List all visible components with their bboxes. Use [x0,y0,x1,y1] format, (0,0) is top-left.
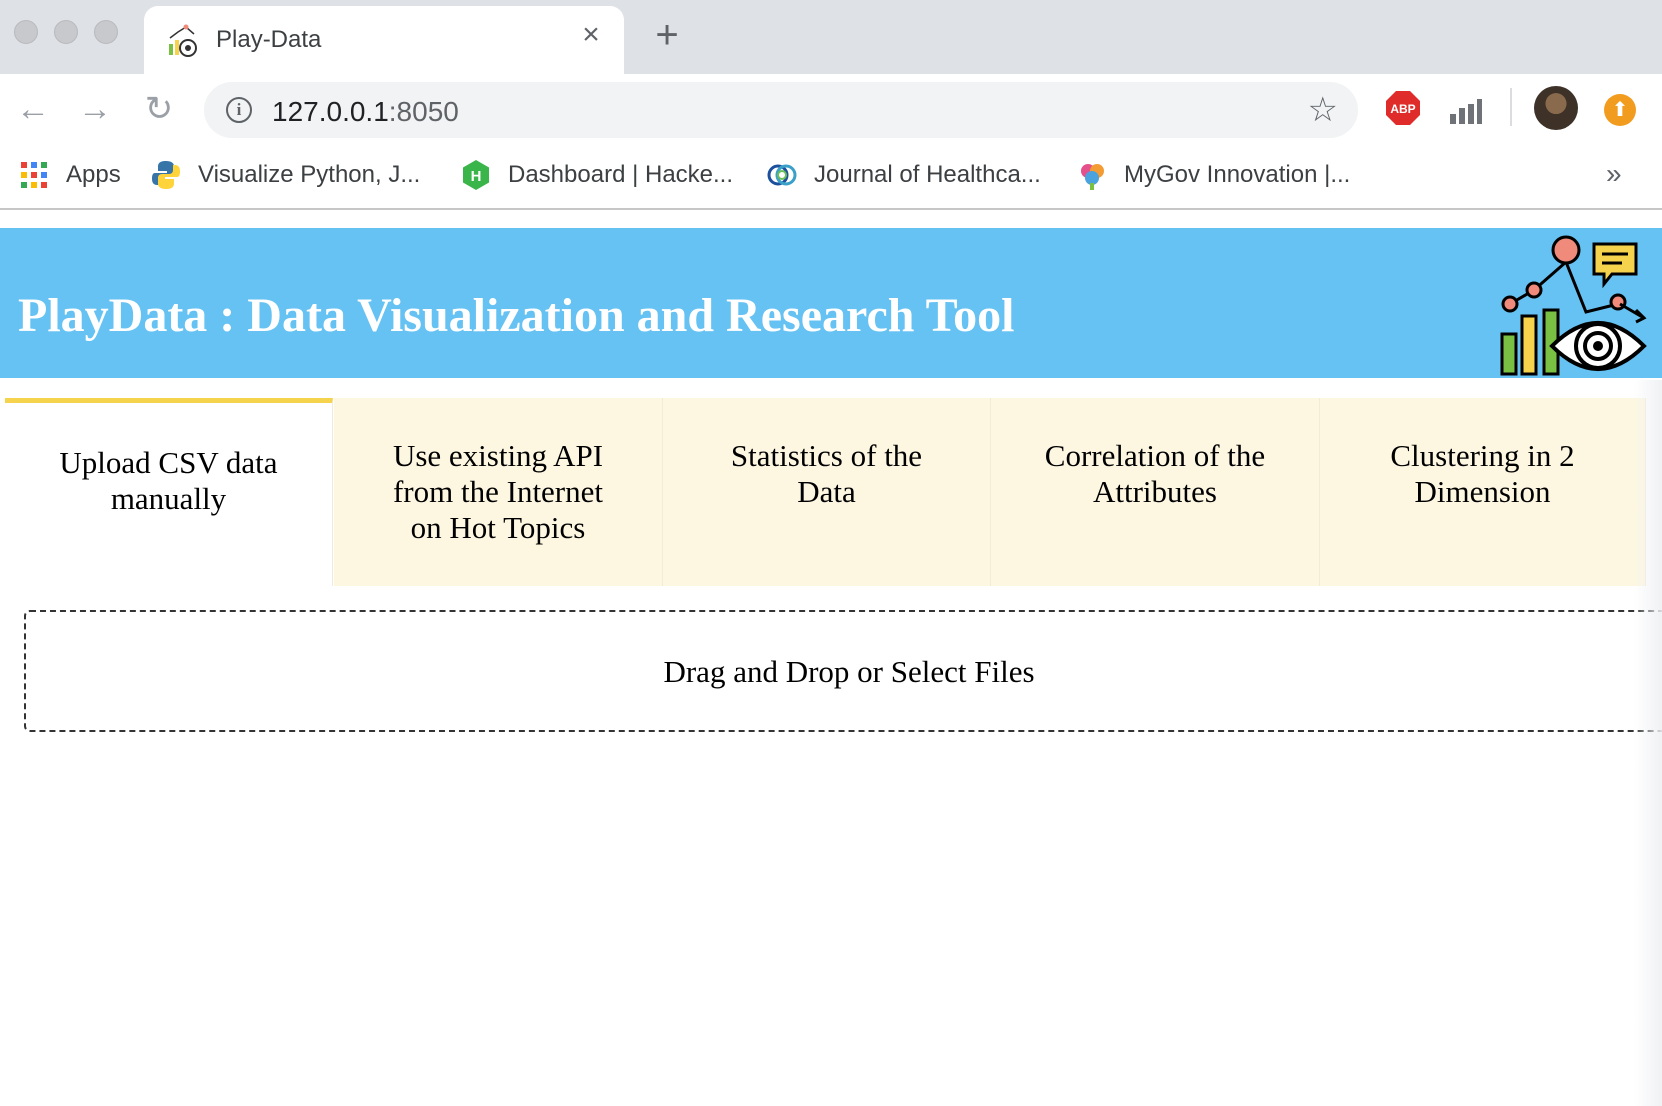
back-arrow-icon[interactable]: ← [14,90,52,128]
file-upload-dropzone[interactable]: Drag and Drop or Select Files [24,610,1662,732]
tab-title: Play-Data [216,26,322,53]
app-header-banner: PlayData : Data Visualization and Resear… [0,228,1662,378]
tab-label: Statistics of the Data [730,438,923,509]
upload-prompt: Drag and Drop or Select Files [663,654,1035,689]
journal-rings-icon [767,164,797,186]
url-host: 127.0.0.1 [272,96,389,127]
bookmark-apps[interactable]: Apps [18,158,121,192]
bookmark-label: Journal of Healthca... [814,161,1041,188]
svg-text:H: H [471,168,482,185]
bookmark-mygov-innovation[interactable]: MyGov Innovation |... [1076,158,1350,192]
tab-upload-csv[interactable]: Upload CSV data manually [5,398,333,586]
apps-grid-icon [21,162,47,188]
url-port: :8050 [388,96,459,127]
tab-correlation[interactable]: Correlation of the Attributes [991,398,1320,586]
profile-avatar[interactable] [1534,86,1578,130]
tab-existing-api[interactable]: Use existing API from the Internet on Ho… [334,398,663,586]
new-tab-icon[interactable]: + [650,15,684,55]
tab-statistics[interactable]: Statistics of the Data [663,398,991,586]
browser-tab-strip: Play-Data × + [0,0,1662,74]
page-title: PlayData : Data Visualization and Resear… [18,289,1015,342]
bookmark-journal-healthcare[interactable]: Journal of Healthca... [766,158,1041,192]
bookmark-label: Visualize Python, J... [198,161,421,188]
url-text[interactable]: 127.0.0.1:8050 [272,96,459,128]
toolbar-separator [1510,88,1512,126]
browser-tab-active[interactable]: Play-Data × [144,6,624,74]
hackerrank-icon: H [463,160,489,190]
mygov-icon [1081,164,1104,190]
bookmark-star-icon[interactable]: ☆ [1308,92,1338,128]
playdata-favicon-icon [169,24,197,57]
bookmark-label: Dashboard | Hacke... [508,161,734,188]
address-bar[interactable]: i 127.0.0.1:8050 ☆ [204,82,1358,138]
tab-label: Correlation of the Attributes [1044,438,1266,509]
python-icon [152,161,180,189]
bookmarks-overflow-icon[interactable]: » [1606,158,1622,190]
window-minimize-dot[interactable] [54,20,78,44]
update-available-icon[interactable]: ⬆ [1604,94,1636,126]
window-close-dot[interactable] [14,20,38,44]
scroll-edge-shadow [1634,380,1662,1106]
tab-label: Clustering in 2 Dimension [1390,438,1575,509]
tab-label: Upload CSV data manually [59,445,278,516]
stats-extension-icon[interactable] [1448,96,1484,126]
tab-label: Use existing API from the Internet on Ho… [392,438,604,545]
abp-label: ABP [1390,102,1415,116]
bookmark-visualize-python[interactable]: Visualize Python, J... [150,158,420,192]
site-info-icon[interactable]: i [226,97,252,123]
main-tabs: Upload CSV data manually Use existing AP… [0,398,1662,588]
tab-clustering[interactable]: Clustering in 2 Dimension [1320,398,1646,586]
adblock-plus-icon[interactable]: ABP [1385,90,1421,126]
bookmark-label: Apps [66,161,121,188]
forward-arrow-icon[interactable]: → [76,90,114,128]
browser-toolbar: ← → ↻ i 127.0.0.1:8050 ☆ ABP ⬆ [0,74,1662,144]
tab-close-icon[interactable]: × [576,20,606,50]
bookmark-hackerrank-dashboard[interactable]: H Dashboard | Hacke... [460,158,733,192]
data-eye-chart-icon [1500,235,1647,376]
reload-icon[interactable]: ↻ [140,90,178,128]
bookmark-label: MyGov Innovation |... [1124,161,1351,188]
bookmarks-bar: Apps Visualize Python, J... H Dashboard … [0,144,1662,210]
window-zoom-dot[interactable] [94,20,118,44]
